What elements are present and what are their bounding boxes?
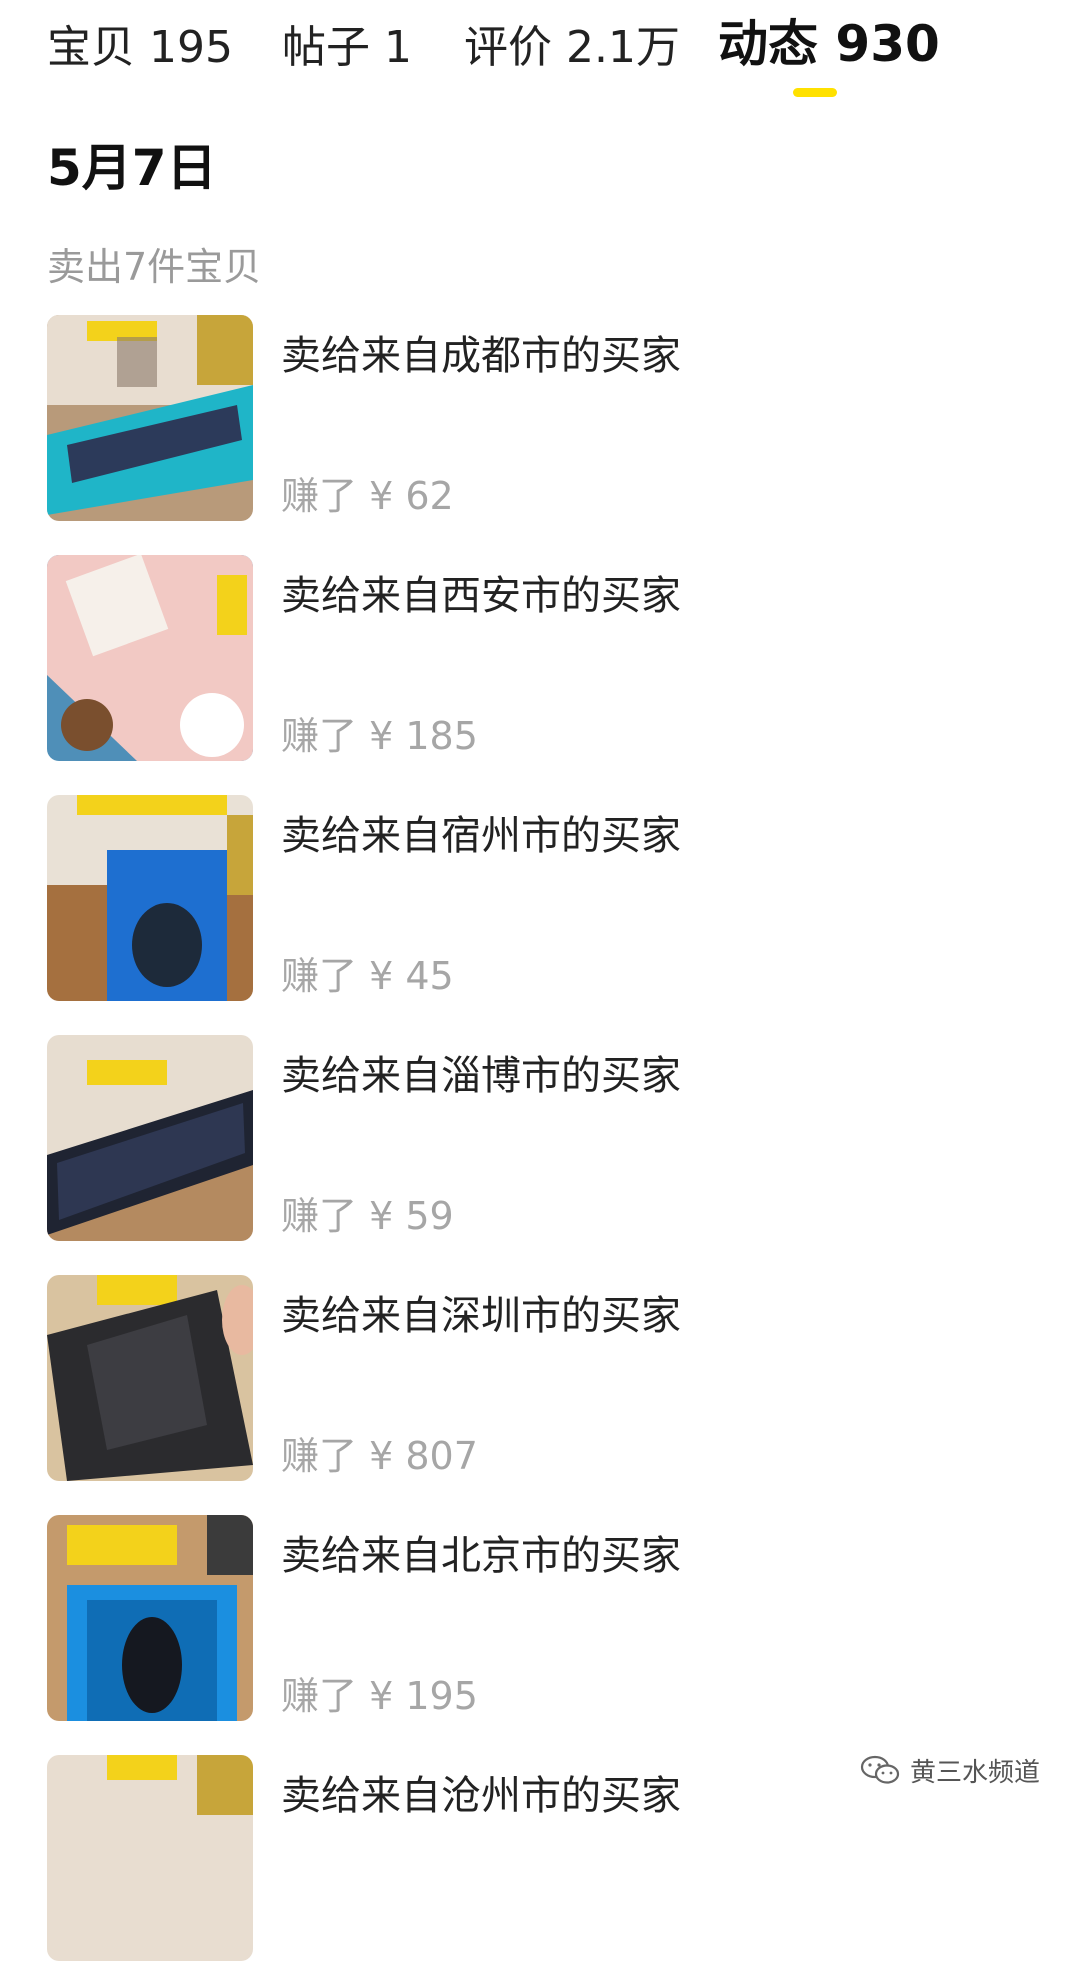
tab-reviews[interactable]: 评价 2.1万 — [464, 18, 680, 78]
black-keyboard-photo — [47, 1035, 253, 1241]
line-friends-keyboard-photo — [47, 555, 253, 761]
list-item[interactable]: 卖给来自北京市的买家 赚了 ¥ 195 — [47, 1515, 1047, 1723]
item-title: 卖给来自深圳市的买家 — [281, 1293, 681, 1339]
earned-amount: 赚了 ¥ 195 — [281, 1674, 478, 1718]
earned-amount: 赚了 ¥ 185 — [281, 714, 478, 758]
tab-bar: 宝贝 195 帖子 1 评价 2.1万 动态 930 — [0, 0, 1078, 110]
earned-amount: 赚了 ¥ 45 — [281, 954, 454, 998]
sold-summary: 卖出7件宝贝 — [47, 245, 262, 289]
list-item[interactable]: 卖给来自宿州市的买家 赚了 ¥ 45 — [47, 795, 1047, 1003]
watermark: 黄三水频道 — [860, 1745, 1040, 1795]
wechat-icon — [860, 1755, 900, 1784]
item-title: 卖给来自成都市的买家 — [281, 333, 681, 379]
keyboard-box-photo — [47, 315, 253, 521]
gaming-mouse-photo — [47, 1515, 253, 1721]
earned-amount: 赚了 ¥ 62 — [281, 474, 454, 518]
product-photo — [47, 1755, 253, 1961]
item-title: 卖给来自沧州市的买家 — [281, 1773, 681, 1819]
list-item[interactable]: 卖给来自西安市的买家 赚了 ¥ 185 — [47, 555, 1047, 763]
list-item[interactable]: 卖给来自成都市的买家 赚了 ¥ 62 — [47, 315, 1047, 523]
watermark-text: 黄三水频道 — [910, 1757, 1041, 1788]
earned-amount: 赚了 ¥ 807 — [281, 1434, 478, 1478]
active-tab-indicator — [793, 88, 837, 97]
date-heading: 5月7日 — [47, 139, 217, 197]
item-title: 卖给来自北京市的买家 — [281, 1533, 681, 1579]
tab-activity[interactable]: 动态 930 — [718, 14, 940, 74]
item-title: 卖给来自宿州市的买家 — [281, 813, 681, 859]
wrapped-package-photo — [47, 1275, 253, 1481]
list-item[interactable]: 卖给来自淄博市的买家 赚了 ¥ 59 — [47, 1035, 1047, 1243]
tab-posts[interactable]: 帖子 1 — [282, 18, 412, 78]
item-title: 卖给来自淄博市的买家 — [281, 1053, 681, 1099]
item-title: 卖给来自西安市的买家 — [281, 573, 681, 619]
list-item[interactable]: 卖给来自深圳市的买家 赚了 ¥ 807 — [47, 1275, 1047, 1483]
tab-items[interactable]: 宝贝 195 — [47, 18, 233, 78]
mouse-box-photo — [47, 795, 253, 1001]
earned-amount: 赚了 ¥ 59 — [281, 1194, 454, 1238]
